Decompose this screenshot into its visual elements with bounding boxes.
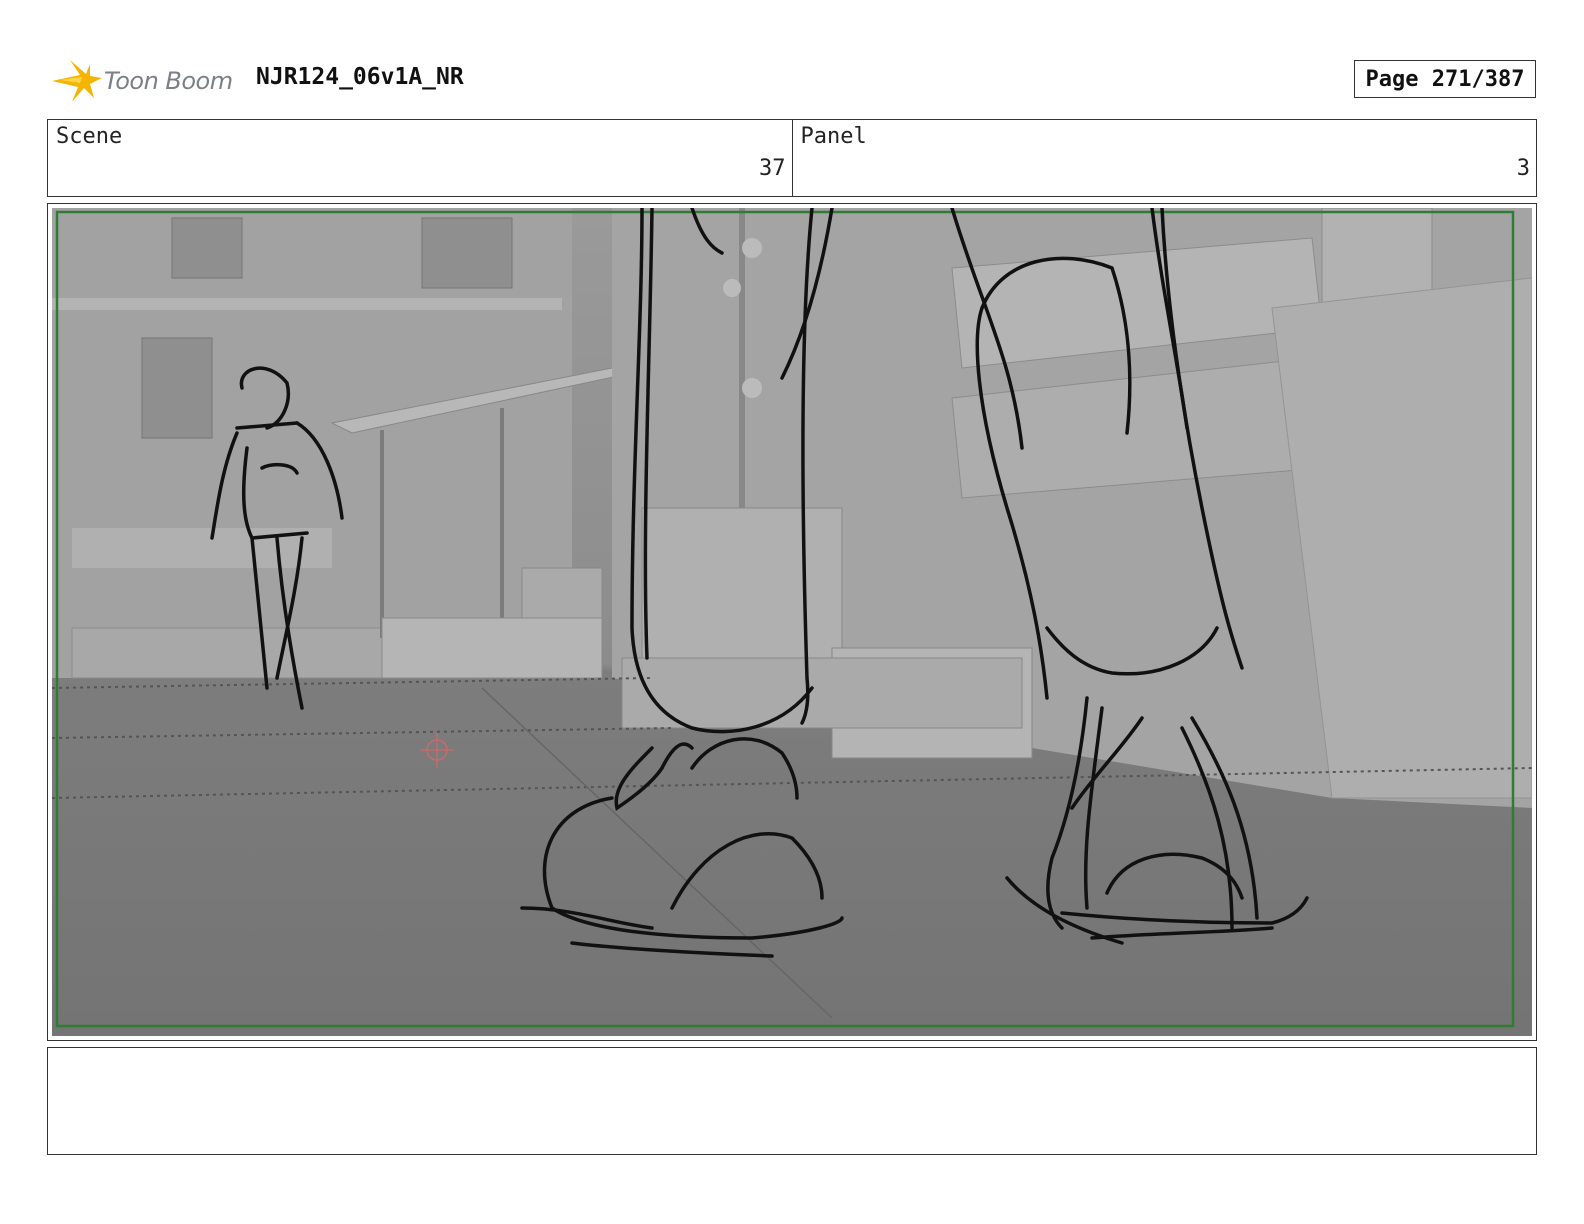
logo-text: Toon Boom xyxy=(104,67,233,95)
scene-value: 37 xyxy=(759,156,786,181)
scene-label: Scene xyxy=(56,124,123,149)
panel-cell: Panel 3 xyxy=(791,120,1537,196)
scene-panel-info: Scene 37 Panel 3 xyxy=(47,119,1537,197)
notes-box xyxy=(47,1047,1537,1155)
storyboard-drawing xyxy=(52,208,1532,1036)
document-title: NJR124_06v1A_NR xyxy=(256,64,464,90)
starburst-icon xyxy=(52,60,102,102)
scene-cell: Scene 37 xyxy=(48,120,792,196)
page-indicator: Page 271/387 xyxy=(1354,60,1536,98)
toon-boom-logo: Toon Boom xyxy=(50,56,233,106)
panel-label: Panel xyxy=(800,124,867,149)
storyboard-panel-frame xyxy=(47,203,1537,1041)
panel-value: 3 xyxy=(1516,156,1530,181)
